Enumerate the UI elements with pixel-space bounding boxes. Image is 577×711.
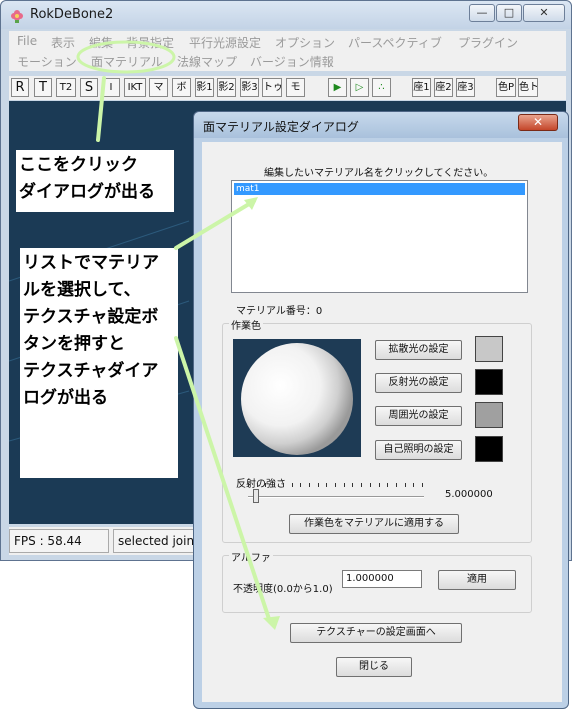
arrow-to-menu <box>96 76 106 142</box>
arrow-to-texture-button <box>174 336 272 624</box>
desktop: { "main_window": { "title": "RokDeBone2"… <box>0 0 577 711</box>
annotation-callouts <box>76 40 280 630</box>
arrow-head-texture <box>263 616 280 630</box>
menu-highlight-ellipse <box>76 40 176 74</box>
arrow-to-list <box>174 199 256 250</box>
